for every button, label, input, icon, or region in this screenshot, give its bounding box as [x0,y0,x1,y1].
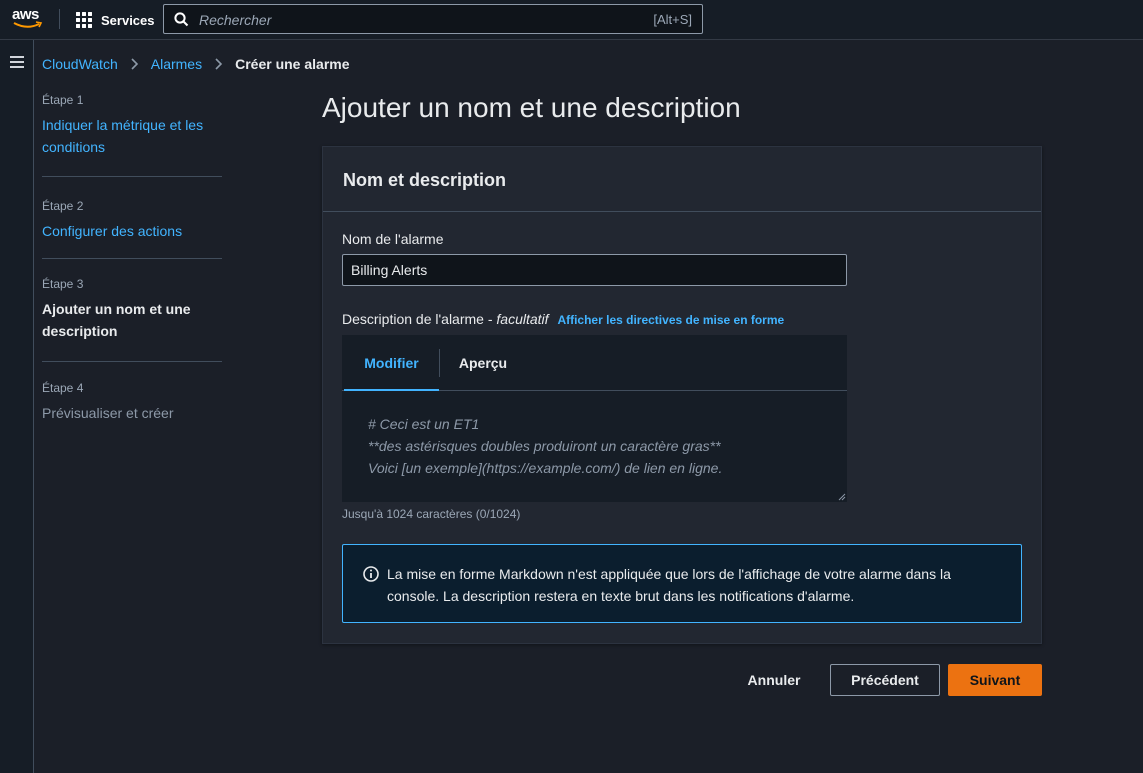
panel-header: Nom et description [323,147,1041,212]
breadcrumb-current: Créer une alarme [235,56,350,72]
services-label: Services [101,12,155,28]
chevron-right-icon [215,58,223,70]
step-3: Étape 3 Ajouter un nom et une descriptio… [42,259,222,362]
step-number: Étape 1 [42,93,84,107]
alarm-name-input[interactable]: Billing Alerts [342,254,847,286]
alarm-description-label: Description de l'alarme - facultatif Aff… [342,311,784,327]
breadcrumb: CloudWatch Alarmes Créer une alarme [42,55,350,73]
step-1-link[interactable]: Indiquer la métrique et les conditions [42,114,222,158]
breadcrumb-cloudwatch[interactable]: CloudWatch [42,56,118,72]
description-textarea[interactable]: # Ceci est un ET1 **des astérisques doub… [368,413,722,479]
formatting-guidelines-link[interactable]: Afficher les directives de mise en forme [557,313,784,327]
placeholder-line-1: # Ceci est un ET1 [368,416,480,432]
tab-modifier[interactable]: Modifier [344,335,439,391]
search-placeholder: Rechercher [199,12,272,28]
top-navigation: aws Services Rechercher [Alt+S] [0,0,1143,40]
aws-logo-text: aws [12,6,39,23]
editor-tabs: Modifier Aperçu [342,335,847,391]
next-button[interactable]: Suivant [948,664,1042,696]
step-number: Étape 4 [42,381,84,395]
services-menu-button[interactable]: Services [76,10,155,30]
alert-text: La mise en forme Markdown n'est appliqué… [387,566,951,604]
description-label-text: Description de l'alarme - [342,311,497,327]
panel-title: Nom et description [343,170,507,190]
page-title: Ajouter un nom et une description [322,92,741,123]
cancel-button[interactable]: Annuler [737,664,811,696]
aws-smile-icon [13,21,43,28]
grid-icon [76,12,92,28]
aws-logo[interactable]: aws [12,7,44,31]
wizard-steps: Étape 1 Indiquer la métrique et les cond… [42,92,222,424]
placeholder-line-2: **des astérisques doubles produiront un … [368,438,721,454]
search-shortcut: [Alt+S] [653,12,692,27]
step-1: Étape 1 Indiquer la métrique et les cond… [42,92,222,177]
step-4-disabled: Prévisualiser et créer [42,405,174,421]
optional-label: facultatif [496,311,549,327]
step-2-link[interactable]: Configurer des actions [42,220,222,242]
menu-icon[interactable] [10,56,24,68]
info-icon [363,566,379,582]
character-count-hint: Jusqu'à 1024 caractères (0/1024) [342,507,521,521]
step-number: Étape 2 [42,199,84,213]
step-2: Étape 2 Configurer des actions [42,177,222,259]
search-icon [174,12,189,27]
description-editor: Modifier Aperçu # Ceci est un ET1 **des … [342,335,847,502]
chevron-right-icon [131,58,139,70]
step-3-current: Ajouter un nom et une description [42,301,191,339]
nav-divider [59,9,60,29]
breadcrumb-alarmes[interactable]: Alarmes [151,56,202,72]
step-number: Étape 3 [42,277,84,291]
markdown-info-alert: La mise en forme Markdown n'est appliqué… [342,544,1022,623]
step-4: Étape 4 Prévisualiser et créer [42,362,222,424]
placeholder-line-3: Voici [un exemple](https://example.com/)… [368,460,723,476]
left-rail [0,40,34,773]
alarm-name-label: Nom de l'alarme [342,231,444,247]
tab-apercu[interactable]: Aperçu [440,335,526,391]
previous-button[interactable]: Précédent [830,664,940,696]
search-input[interactable]: Rechercher [Alt+S] [163,4,703,34]
resize-handle-icon[interactable] [838,493,846,501]
